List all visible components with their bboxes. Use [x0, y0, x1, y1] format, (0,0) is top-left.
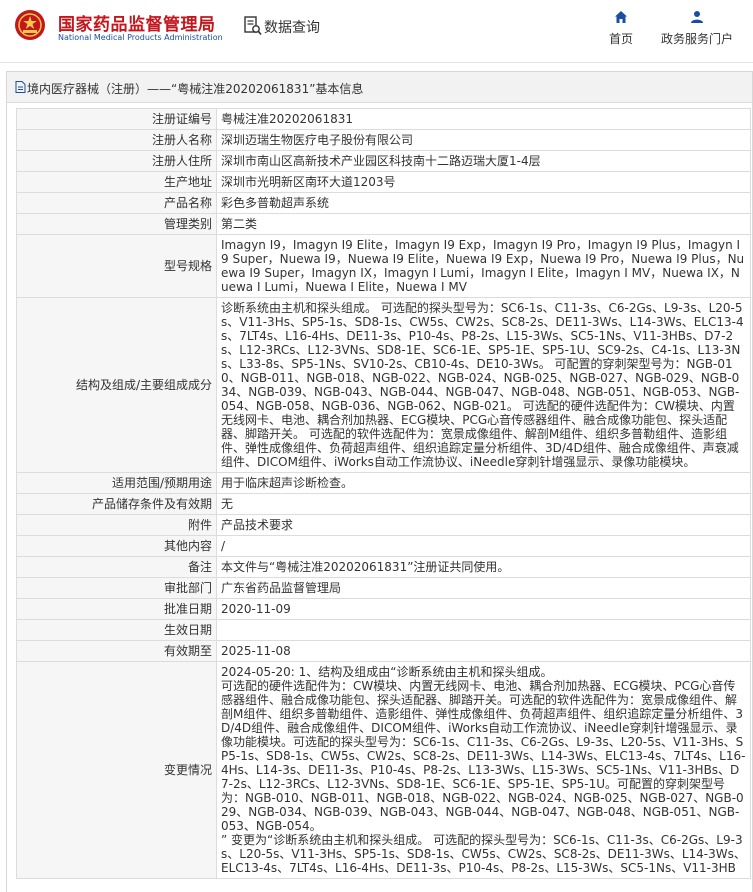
table-row: 附件 产品技术要求 [16, 514, 751, 536]
field-label: 生产地址 [16, 171, 217, 193]
field-label: 备注 [16, 556, 217, 578]
header-divider [0, 62, 753, 63]
table-row: 型号规格 Imagyn I9，Imagyn I9 Elite，Imagyn I9… [16, 234, 751, 298]
data-query-icon [244, 16, 262, 36]
field-value [216, 619, 751, 641]
table-row: 注册证编号 粤械注准20202061831 [16, 108, 751, 130]
record-detail-table: 注册证编号 粤械注准20202061831 注册人名称 深圳迈瑞生物医疗电子股份… [16, 108, 751, 879]
field-value: 本文件与“粤械注准20202061831”注册证共同使用。 [216, 556, 751, 578]
field-value: 第二类 [216, 213, 751, 235]
field-label: 批准日期 [16, 598, 217, 620]
table-row: 注册人住所 深圳市南山区高新技术产业园区科技南十二路迈瑞大厦1-4层 [16, 150, 751, 172]
field-label: 变更情况 [16, 661, 217, 879]
field-value: 广东省药品监督管理局 [216, 577, 751, 599]
field-label: 管理类别 [16, 213, 217, 235]
table-row: 产品储存条件及有效期 无 [16, 493, 751, 515]
field-value: Imagyn I9，Imagyn I9 Elite，Imagyn I9 Exp，… [216, 234, 751, 298]
field-label: 产品名称 [16, 192, 217, 214]
table-row: 备注 本文件与“粤械注准20202061831”注册证共同使用。 [16, 556, 751, 578]
table-row: 结构及组成/主要组成成分 诊断系统由主机和探头组成。 可选配的探头型号为：SC6… [16, 297, 751, 473]
data-query-title: 数据查询 [264, 20, 320, 36]
nav-home-label: 首页 [608, 32, 633, 46]
table-row: 其他内容 / [16, 535, 751, 557]
user-icon [691, 11, 703, 23]
table-row: 产品名称 彩色多普勒超声系统 [16, 192, 751, 214]
field-value: 诊断系统由主机和探头组成。 可选配的探头型号为：SC6-1s、C11-3s、C6… [216, 297, 751, 473]
field-value: 彩色多普勒超声系统 [216, 192, 751, 214]
table-row: 适用范围/预期用途 用于临床超声诊断检查。 [16, 472, 751, 494]
field-label: 产品储存条件及有效期 [16, 493, 217, 515]
field-value: 2020-11-09 [216, 598, 751, 620]
field-label: 注册人名称 [16, 129, 217, 151]
site-logo-title: 国家药品监督管理局 [58, 15, 216, 35]
field-value: / [216, 535, 751, 557]
site-logo-subtitle: National Medical Products Administration [58, 33, 223, 42]
table-row: 变更情况 2024-05-20: 1、结构及组成由“诊断系统由主机和探头组成。 … [16, 661, 751, 879]
field-value: 深圳迈瑞生物医疗电子股份有限公司 [216, 129, 751, 151]
record-panel: 境内医疗器械（注册）——“粤械注准20202061831”基本信息 注册证编号 … [6, 71, 753, 892]
nav-home[interactable]: 首页 [604, 10, 638, 47]
field-label: 审批部门 [16, 577, 217, 599]
field-label: 有效期至 [16, 640, 217, 662]
record-breadcrumb-bar: 境内医疗器械（注册）——“粤械注准20202061831”基本信息 [7, 72, 752, 103]
document-icon [15, 81, 26, 93]
nav-gov-service-label: 政务服务门户 [660, 32, 733, 46]
site-header: 国家药品监督管理局 National Medical Products Admi… [0, 0, 753, 62]
field-value: 无 [216, 493, 751, 515]
table-row: 有效期至 2025-11-08 [16, 640, 751, 662]
field-label: 注册证编号 [16, 108, 217, 130]
table-row: 生产地址 深圳市光明新区南环大道1203号 [16, 171, 751, 193]
table-row: 生效日期 [16, 619, 751, 641]
field-label: 型号规格 [16, 234, 217, 298]
field-label: 其他内容 [16, 535, 217, 557]
field-label: 生效日期 [16, 619, 217, 641]
field-value: 2024-05-20: 1、结构及组成由“诊断系统由主机和探头组成。 可选配的硬… [216, 661, 751, 879]
field-label: 适用范围/预期用途 [16, 472, 217, 494]
field-value: 深圳市南山区高新技术产业园区科技南十二路迈瑞大厦1-4层 [216, 150, 751, 172]
field-value: 深圳市光明新区南环大道1203号 [216, 171, 751, 193]
nav-gov-service-portal[interactable]: 政务服务门户 [656, 10, 738, 47]
table-row: 批准日期 2020-11-09 [16, 598, 751, 620]
table-row: 审批部门 广东省药品监督管理局 [16, 577, 751, 599]
field-value: 粤械注准20202061831 [216, 108, 751, 130]
table-row: 管理类别 第二类 [16, 213, 751, 235]
field-label: 注册人住所 [16, 150, 217, 172]
table-row: 注册人名称 深圳迈瑞生物医疗电子股份有限公司 [16, 129, 751, 151]
field-value: 2025-11-08 [216, 640, 751, 662]
field-value: 用于临床超声诊断检查。 [216, 472, 751, 494]
home-icon [615, 11, 627, 23]
field-label: 结构及组成/主要组成成分 [16, 297, 217, 473]
field-label: 附件 [16, 514, 217, 536]
breadcrumb: 境内医疗器械（注册）——“粤械注准20202061831”基本信息 [27, 82, 364, 96]
field-value: 产品技术要求 [216, 514, 751, 536]
national-emblem-icon [15, 10, 45, 40]
